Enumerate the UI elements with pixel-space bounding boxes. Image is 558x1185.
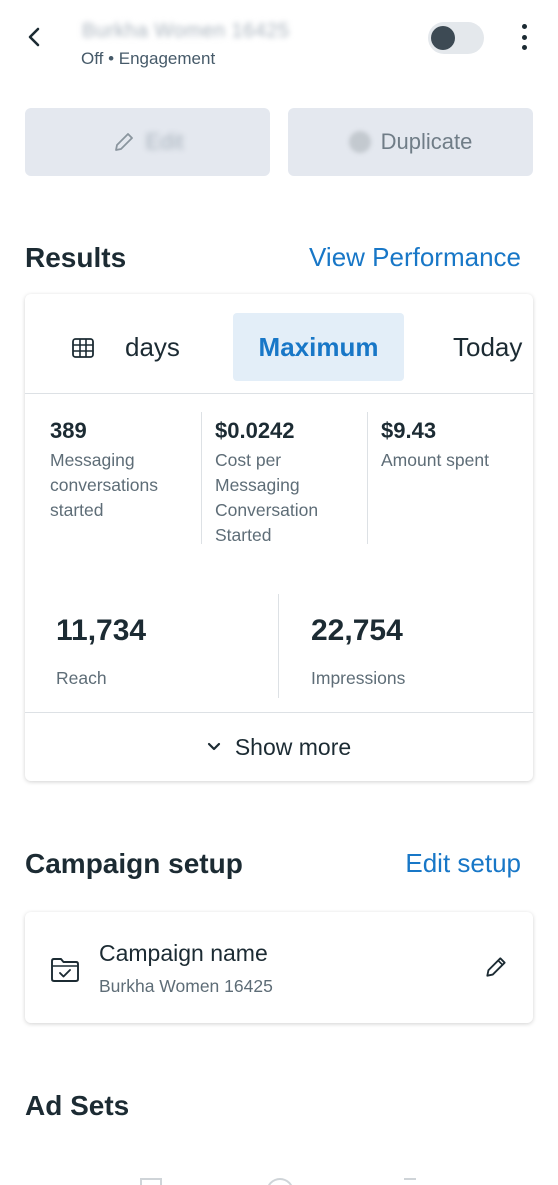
nav-recent-icon[interactable] xyxy=(140,1178,162,1185)
tab-maximum[interactable]: Maximum xyxy=(233,313,404,381)
view-performance-link[interactable]: View Performance xyxy=(309,242,521,273)
duplicate-button[interactable]: Duplicate xyxy=(288,108,533,176)
campaign-title: Burkha Women 16425 xyxy=(82,20,290,42)
edit-campaign-name-button[interactable] xyxy=(483,954,509,985)
header: Burkha Women 16425 Off • Engagement xyxy=(0,0,558,90)
duplicate-label: Duplicate xyxy=(380,129,473,154)
campaign-setup-heading: Campaign setup xyxy=(25,848,243,879)
tab-days[interactable]: days xyxy=(71,332,180,363)
campaign-name-card[interactable]: Campaign name Burkha Women 16425 xyxy=(25,912,533,1023)
results-heading: Results xyxy=(25,242,127,273)
chevron-down-icon xyxy=(207,742,220,751)
edit-label: Edit xyxy=(145,129,184,154)
results-card: days Maximum Today 389 Messaging convers… xyxy=(25,294,533,781)
pencil-icon xyxy=(486,957,506,977)
metric-value: $9.43 xyxy=(381,418,437,443)
metric-impressions: 22,754 Impressions xyxy=(311,614,405,689)
show-more-button[interactable]: Show more xyxy=(25,712,533,781)
show-more-label: Show more xyxy=(234,733,352,760)
campaign-toggle[interactable] xyxy=(428,22,484,54)
metric-cost-per-conversation: $0.0242 Cost per Messaging Conversation … xyxy=(215,418,365,548)
campaign-name-value: Burkha Women 16425 xyxy=(99,976,273,996)
campaign-name-label: Campaign name xyxy=(99,940,268,966)
divider xyxy=(278,594,279,698)
ad-sets-heading: Ad Sets xyxy=(25,1090,130,1121)
reach-label: Reach xyxy=(56,668,107,688)
more-dot-icon xyxy=(521,34,527,40)
tab-days-label: days xyxy=(125,332,180,362)
chevron-left-icon xyxy=(28,27,40,47)
pencil-icon xyxy=(114,133,133,151)
metric-label: Amount spent xyxy=(381,450,489,470)
metric-label: Messaging conversations started xyxy=(50,450,158,520)
reach-value: 11,734 xyxy=(56,614,147,647)
metric-value: $0.0242 xyxy=(215,418,295,443)
divider xyxy=(201,412,202,544)
metric-label: Cost per Messaging Conversation Started xyxy=(215,450,319,545)
folder-check-icon xyxy=(51,958,79,982)
nav-back-icon[interactable] xyxy=(404,1178,416,1185)
calendar-table-icon xyxy=(72,337,94,358)
campaign-status-subtitle: Off • Engagement xyxy=(81,49,216,68)
metric-amount-spent: $9.43 Amount spent xyxy=(381,418,531,473)
nav-home-icon[interactable] xyxy=(266,1178,294,1185)
tab-today[interactable]: Today xyxy=(453,332,522,363)
back-button[interactable] xyxy=(18,20,52,54)
edit-button[interactable]: Edit xyxy=(25,108,270,176)
metric-messaging-conversations: 389 Messaging conversations started xyxy=(50,418,200,523)
more-dot-icon xyxy=(521,24,527,29)
metric-value: 389 xyxy=(50,418,87,443)
toggle-knob xyxy=(431,26,455,50)
date-range-tabs: days Maximum Today xyxy=(25,294,533,394)
more-options-button[interactable] xyxy=(510,22,538,52)
more-dot-icon xyxy=(521,45,527,50)
edit-setup-link[interactable]: Edit setup xyxy=(405,848,521,879)
impressions-value: 22,754 xyxy=(311,614,403,647)
duplicate-icon xyxy=(348,131,371,153)
metric-reach: 11,734 Reach xyxy=(56,614,146,689)
divider xyxy=(367,412,368,544)
impressions-label: Impressions xyxy=(311,668,406,688)
